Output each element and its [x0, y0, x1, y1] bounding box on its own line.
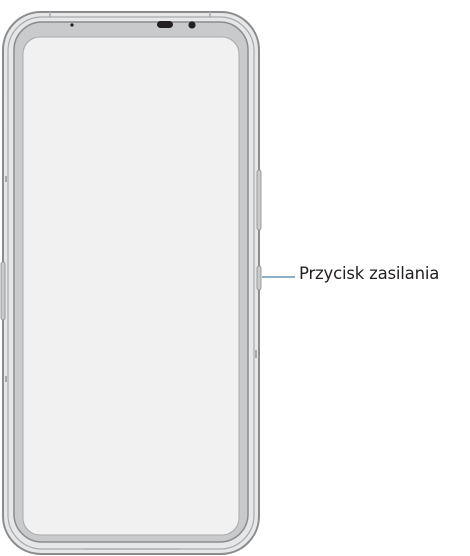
- phone-screen: [22, 36, 240, 536]
- front-camera: [188, 21, 196, 29]
- power-button: [256, 265, 262, 291]
- top-sensor-dot: [70, 23, 74, 27]
- earpiece-speaker: [157, 21, 173, 28]
- left-side-button: [0, 261, 6, 321]
- power-button-callout-label: Przycisk zasilania: [299, 264, 440, 283]
- volume-button: [256, 169, 262, 231]
